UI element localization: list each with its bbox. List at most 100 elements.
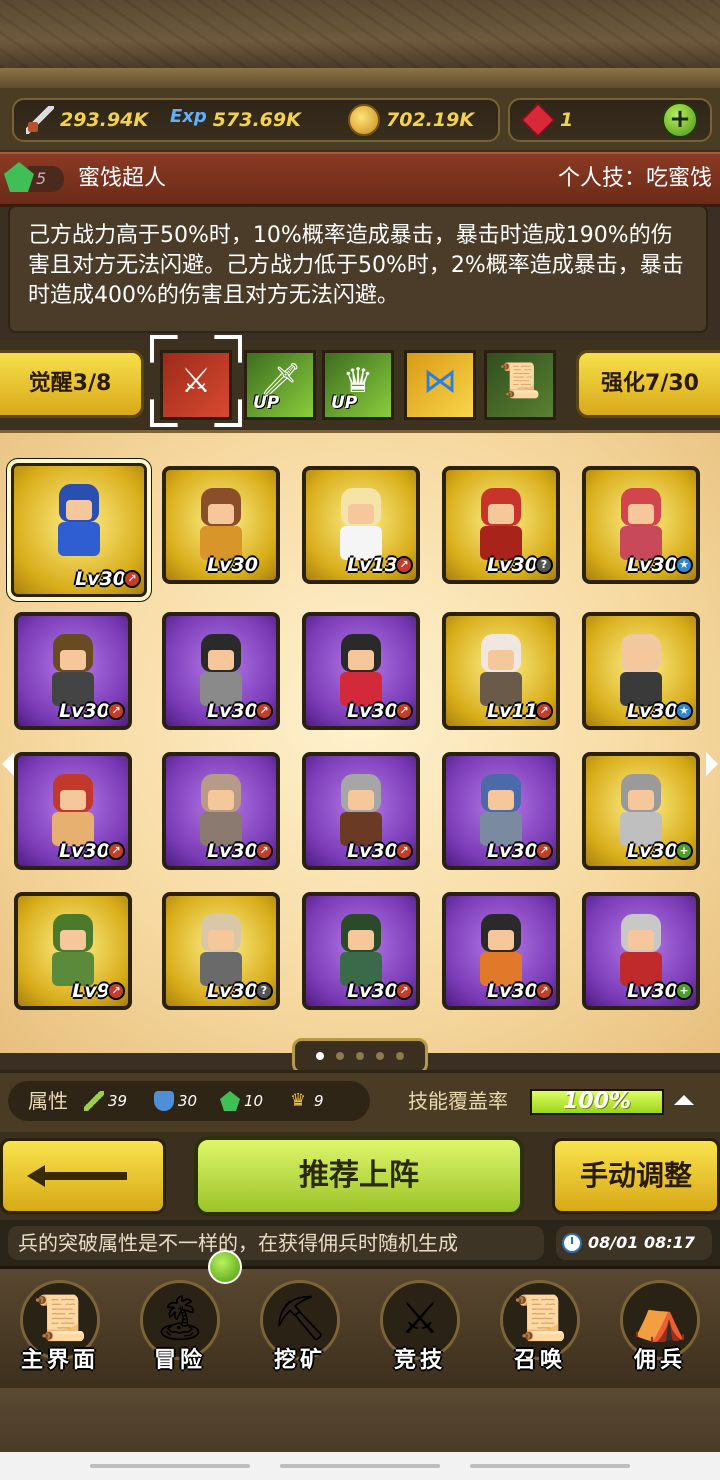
notification-dot xyxy=(208,1250,242,1284)
hero-card[interactable]: Lv11 ↗ xyxy=(442,612,560,730)
tip-text: 兵的突破属性是不一样的，在获得佣兵时随机生成 xyxy=(8,1226,544,1260)
page-dot[interactable] xyxy=(376,1052,384,1060)
back-button[interactable] xyxy=(0,1138,166,1214)
hero-card[interactable]: Lv30? xyxy=(442,466,560,584)
red-badge-icon: ↗ xyxy=(255,702,273,720)
strength-attr: 39 xyxy=(84,1081,127,1121)
hero-level: Lv30 xyxy=(627,840,678,862)
hero-sprite xyxy=(44,914,102,988)
page-dot[interactable] xyxy=(316,1052,324,1060)
nav-item[interactable]: 🏝 冒险 xyxy=(124,1274,236,1382)
page-dot[interactable] xyxy=(356,1052,364,1060)
hero-sprite xyxy=(472,634,530,708)
hero-sprite xyxy=(332,488,390,562)
page-dot[interactable] xyxy=(396,1052,404,1060)
next-page-arrow[interactable] xyxy=(706,752,718,776)
red-badge-icon: ↗ xyxy=(255,842,273,860)
gem-value: 1 xyxy=(560,109,574,131)
ruby-icon xyxy=(521,103,555,137)
blades-icon: ⚔ xyxy=(180,361,212,401)
nav-item[interactable]: ⚔ 竞技 xyxy=(364,1274,476,1382)
nav-item[interactable]: 📜 召唤 xyxy=(484,1274,596,1382)
green-badge-icon: + xyxy=(675,982,693,1000)
nav-item[interactable]: ⛏ 挖矿 xyxy=(244,1274,356,1382)
hero-sprite xyxy=(332,914,390,988)
tab-crown-upgrade[interactable]: ♛ UP xyxy=(322,350,394,420)
hero-level: Lv30 xyxy=(207,840,258,862)
hero-card[interactable]: Lv30 xyxy=(162,466,280,584)
expand-arrow-icon[interactable] xyxy=(674,1095,694,1105)
hero-card[interactable]: Lv30 + xyxy=(582,892,700,1010)
hero-card[interactable]: Lv30 ↗ xyxy=(162,752,280,870)
action-row: 推荐上阵 手动调整 xyxy=(0,1132,720,1220)
hero-card[interactable]: Lv30 ↗ xyxy=(442,752,560,870)
hero-card[interactable]: Lv30 ↗ xyxy=(302,612,420,730)
hero-card[interactable]: Lv30 ↗ xyxy=(442,892,560,1010)
hero-card[interactable]: Lv30 ↗ xyxy=(7,459,151,601)
attribute-pill: 属性 39 30 10 ♛ 9 xyxy=(8,1081,370,1121)
manual-adjust-button[interactable]: 手动调整 xyxy=(552,1138,720,1214)
tab-weapon-upgrade[interactable]: 🗡 UP xyxy=(244,350,316,420)
hero-card[interactable]: Lv30 ↗ xyxy=(14,612,132,730)
hero-level: Lv30 xyxy=(347,840,398,862)
red-badge-icon: ↗ xyxy=(395,702,413,720)
attribute-bar: 属性 39 30 10 ♛ 9 技能覆盖率 100% xyxy=(0,1070,720,1135)
red-badge-icon: ↗ xyxy=(107,842,125,860)
skill-coverage-bar: 100% xyxy=(530,1089,664,1115)
hero-sprite xyxy=(612,488,670,562)
recommend-button[interactable]: 推荐上阵 xyxy=(194,1136,524,1216)
hero-level: Lv9 xyxy=(72,980,110,1002)
hero-card[interactable]: Lv30 ↗ xyxy=(162,612,280,730)
tip-row: 兵的突破属性是不一样的，在获得佣兵时随机生成 08/01 08:17 xyxy=(0,1220,720,1266)
nav-label: 挖矿 xyxy=(273,1348,326,1373)
tab-weapon[interactable]: ⚔ xyxy=(160,350,232,420)
crown-icon: ♛ xyxy=(290,1090,307,1111)
hero-level: Lv11 xyxy=(487,700,538,722)
awaken-button[interactable]: 觉醒3/8 xyxy=(0,350,144,418)
hero-level: Lv30 xyxy=(207,700,258,722)
currency-bar: 293.94K Exp 573.69K 702.19K 1 + xyxy=(0,88,720,150)
personal-skill: 个人技：吃蜜饯 xyxy=(557,166,712,191)
hero-sprite xyxy=(192,774,250,848)
enhance-button[interactable]: 强化7/30 xyxy=(576,350,720,418)
up-label: UP xyxy=(331,393,358,413)
hero-card[interactable]: Lv30 ★ xyxy=(582,466,700,584)
hero-level: Lv30 xyxy=(487,840,538,862)
hero-card[interactable]: Lv30 + xyxy=(582,752,700,870)
blue-badge-icon: ★ xyxy=(675,702,693,720)
hero-card[interactable]: Lv30? xyxy=(162,892,280,1010)
hero-sprite xyxy=(44,634,102,708)
crown-attr: ♛ 9 xyxy=(290,1081,324,1121)
page-dot[interactable] xyxy=(336,1052,344,1060)
hero-level: Lv30 xyxy=(487,554,538,576)
nav-item[interactable]: ⛺ 佣兵 xyxy=(604,1274,716,1382)
hero-sprite xyxy=(192,914,250,988)
defense-value: 30 xyxy=(178,1092,198,1110)
hero-card[interactable]: Lv30 ↗ xyxy=(302,752,420,870)
tab-scroll[interactable]: 📜 xyxy=(484,350,556,420)
sword-icon xyxy=(26,106,54,134)
skill-level: 5 xyxy=(28,166,64,192)
system-nav-indicator xyxy=(470,1464,630,1468)
nav-label: 竞技 xyxy=(393,1348,446,1373)
hero-card[interactable]: Lv9 ↗ xyxy=(14,892,132,1010)
hero-sprite xyxy=(472,914,530,988)
hero-level: Lv30 xyxy=(627,700,678,722)
hero-sprite xyxy=(332,634,390,708)
prev-page-arrow[interactable] xyxy=(2,752,14,776)
gold-resource: 702.19K xyxy=(348,100,474,140)
add-gems-button[interactable]: + xyxy=(662,102,698,138)
tab-bow[interactable]: ⋈ xyxy=(404,350,476,420)
hero-card[interactable]: Lv30 ↗ xyxy=(14,752,132,870)
hero-card[interactable]: Lv13 ↗ xyxy=(302,466,420,584)
defense-attr: 30 xyxy=(154,1081,197,1121)
nav-label: 冒险 xyxy=(153,1348,206,1373)
system-nav-indicator xyxy=(280,1464,440,1468)
bow-tie-icon: ⋈ xyxy=(423,361,457,401)
attack-value: 293.94K xyxy=(60,109,149,131)
gray-badge-icon: ? xyxy=(535,556,553,574)
hero-card[interactable]: Lv30 ↗ xyxy=(302,892,420,1010)
hero-card[interactable]: Lv30 ★ xyxy=(582,612,700,730)
attribute-label: 属性 xyxy=(28,1089,68,1113)
nav-item[interactable]: 📜 主界面 xyxy=(4,1274,116,1382)
